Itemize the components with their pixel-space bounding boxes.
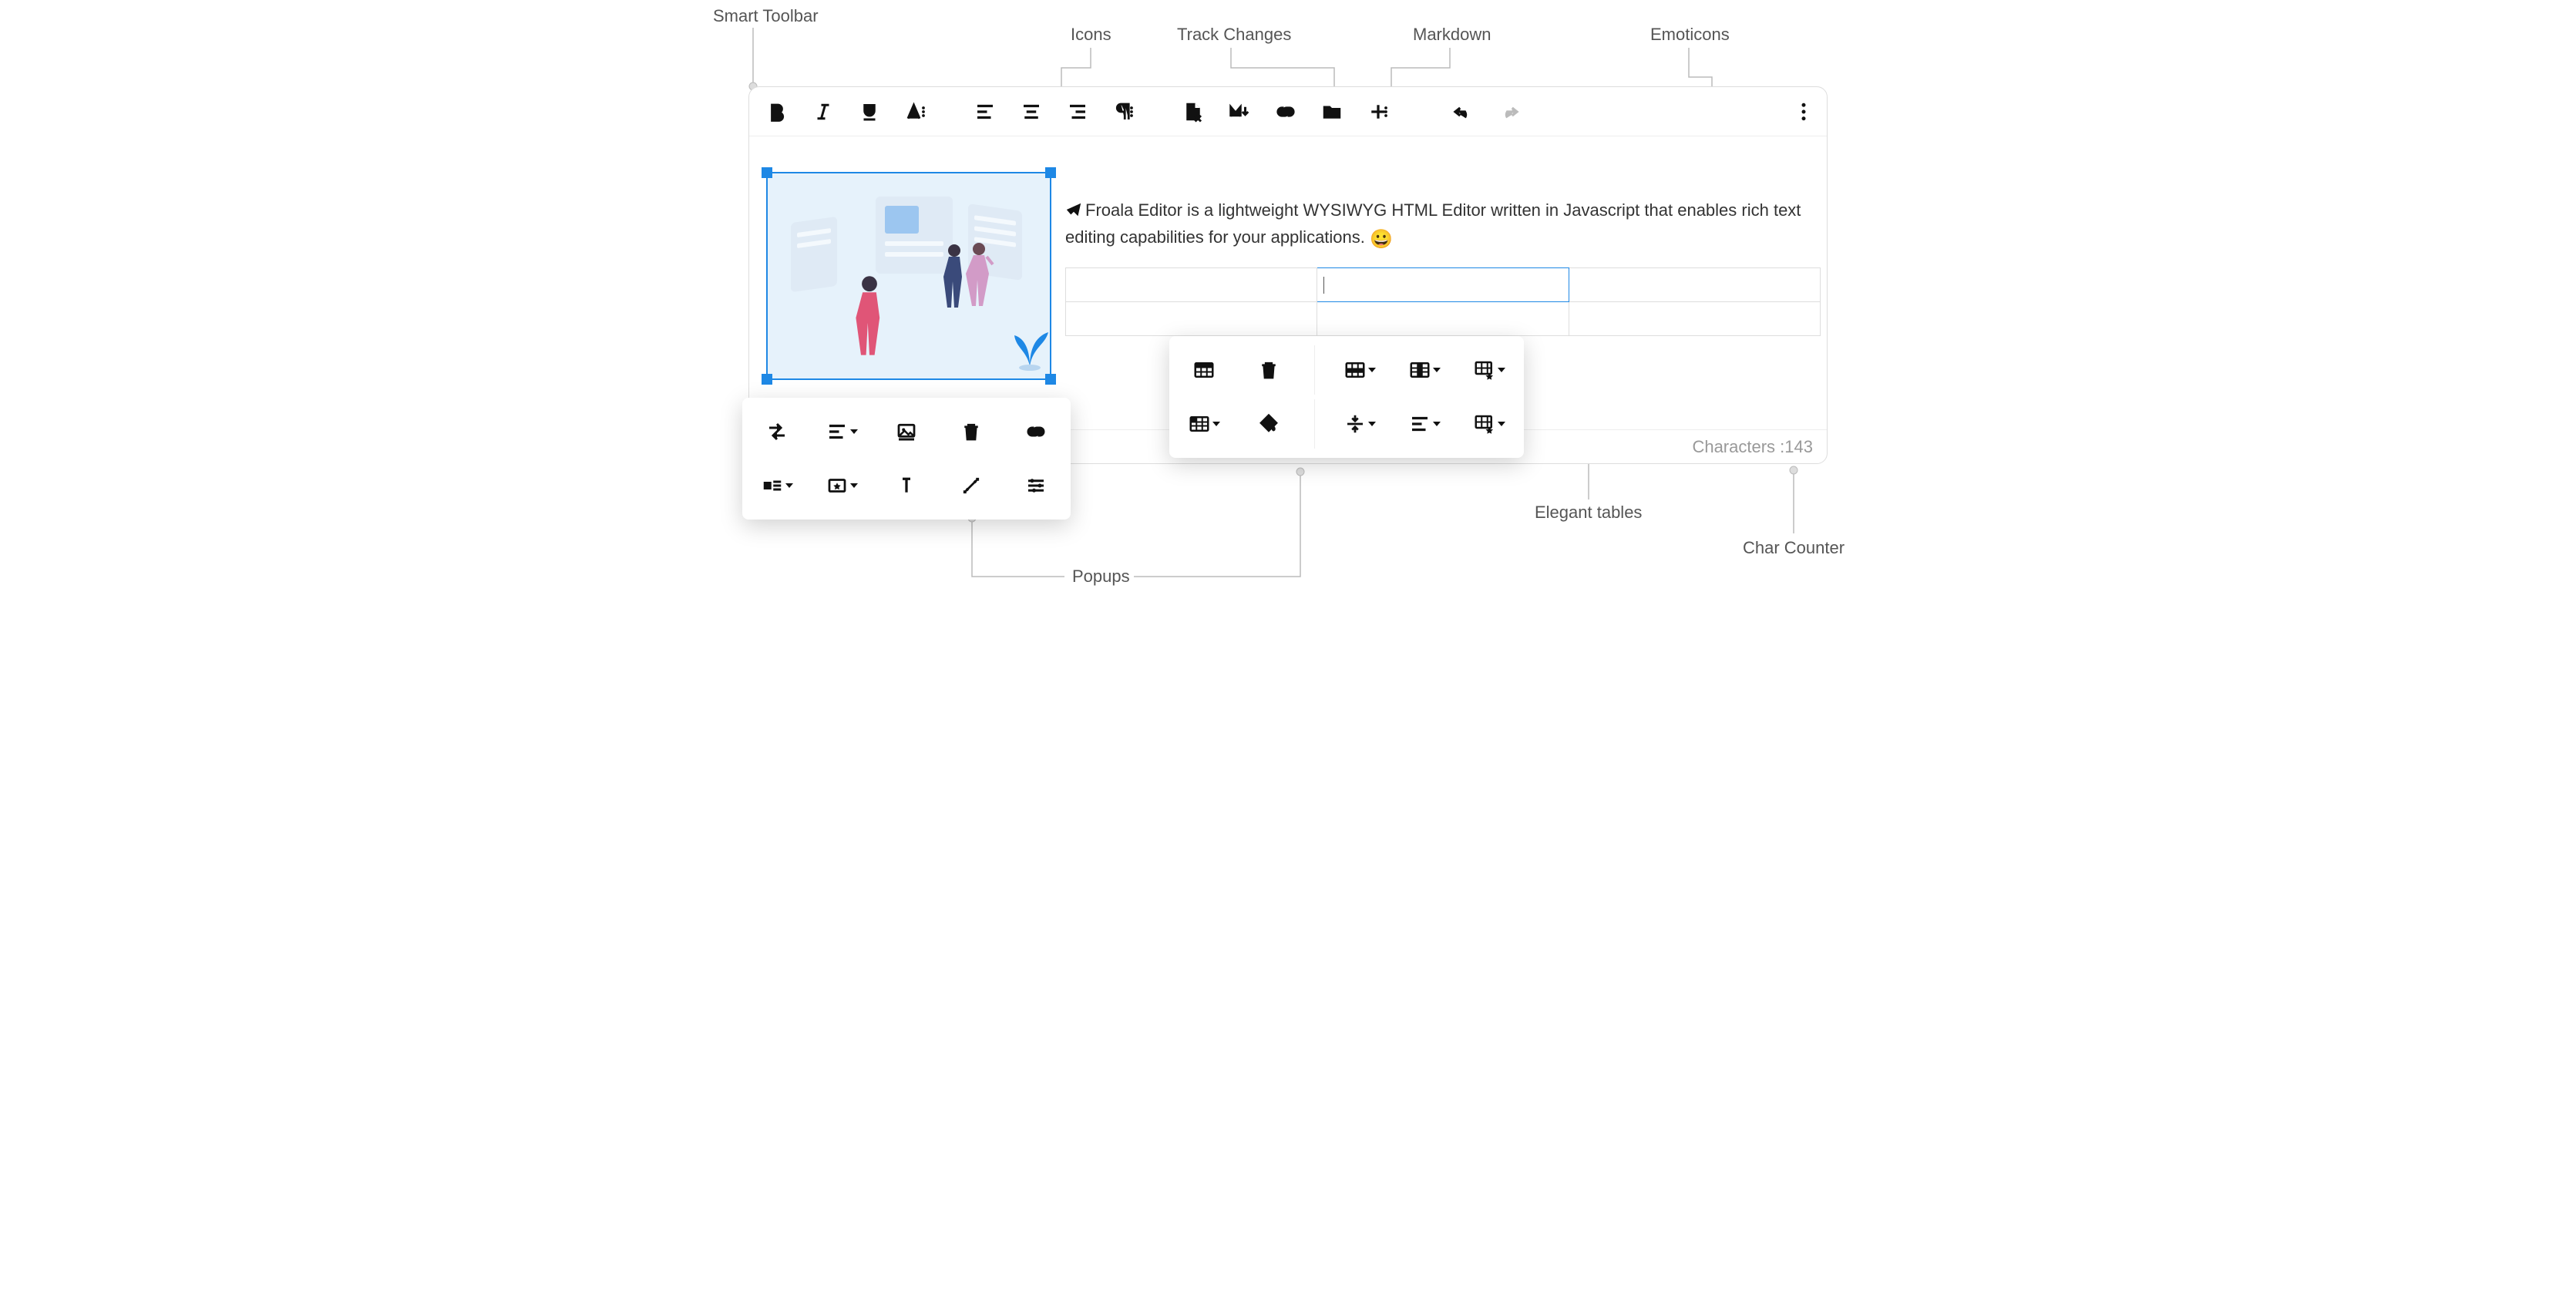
table-remove-button[interactable]	[1242, 345, 1296, 395]
table-cell[interactable]	[1569, 302, 1820, 336]
table-row[interactable]	[1066, 302, 1821, 336]
more-misc-button[interactable]	[1785, 93, 1822, 130]
underline-button[interactable]	[851, 93, 888, 130]
smiley-emoji-icon: 😀	[1370, 229, 1393, 250]
table-cell-style-button[interactable]	[1462, 399, 1516, 449]
table-cell[interactable]	[1066, 302, 1317, 336]
resize-handle-br[interactable]	[1045, 374, 1056, 385]
paper-plane-icon	[1065, 199, 1082, 216]
content-table[interactable]	[1065, 267, 1821, 336]
align-right-button[interactable]	[1059, 93, 1096, 130]
more-rich-button[interactable]	[1360, 93, 1397, 130]
italic-button[interactable]	[805, 93, 842, 130]
content-paragraph[interactable]: Froala Editor is a lightweight WYSIWYG H…	[1065, 197, 1805, 255]
table-cell-background-button[interactable]	[1242, 399, 1296, 449]
image-link-button[interactable]	[1009, 407, 1063, 456]
table-cell-valign-button[interactable]	[1333, 399, 1387, 449]
image-style-button[interactable]	[815, 461, 869, 510]
table-row-button[interactable]	[1333, 345, 1387, 395]
insert-files-button[interactable]	[1313, 93, 1350, 130]
image-align-button[interactable]	[815, 407, 869, 456]
markdown-button[interactable]	[1221, 93, 1258, 130]
undo-button[interactable]	[1444, 93, 1481, 130]
resize-handle-tl[interactable]	[762, 167, 772, 178]
image-remove-button[interactable]	[944, 407, 998, 456]
popup-separator	[1314, 399, 1315, 449]
placeholder-illustration	[768, 173, 1050, 378]
resize-handle-bl[interactable]	[762, 374, 772, 385]
more-paragraph-button[interactable]	[1105, 93, 1142, 130]
table-cell[interactable]	[1317, 302, 1569, 336]
char-counter-label: Characters :	[1692, 437, 1784, 457]
content-text: Froala Editor is a lightweight WYSIWYG H…	[1065, 200, 1801, 247]
selected-image[interactable]	[766, 172, 1051, 380]
table-cell-active[interactable]	[1317, 268, 1569, 302]
image-display-button[interactable]	[750, 461, 804, 510]
insert-link-button[interactable]	[1267, 93, 1304, 130]
popup-separator	[1314, 345, 1315, 395]
image-edit-popup	[742, 398, 1071, 520]
smart-toolbar	[749, 87, 1827, 136]
image-caption-button[interactable]	[879, 407, 933, 456]
resize-handle-tr[interactable]	[1045, 167, 1056, 178]
table-cell[interactable]	[1569, 268, 1820, 302]
align-center-button[interactable]	[1013, 93, 1050, 130]
table-row[interactable]	[1066, 268, 1821, 302]
image-size-button[interactable]	[944, 461, 998, 510]
track-changes-button[interactable]	[1175, 93, 1212, 130]
table-column-button[interactable]	[1397, 345, 1451, 395]
redo-button[interactable]	[1491, 93, 1528, 130]
table-cell-button[interactable]	[1177, 399, 1231, 449]
table-cell-halign-button[interactable]	[1397, 399, 1451, 449]
image-replace-button[interactable]	[750, 407, 804, 456]
table-header-button[interactable]	[1177, 345, 1231, 395]
bold-button[interactable]	[758, 93, 795, 130]
align-left-button[interactable]	[967, 93, 1004, 130]
char-counter-value: 143	[1784, 437, 1813, 457]
image-advanced-button[interactable]	[1009, 461, 1063, 510]
image-alt-button[interactable]	[879, 461, 933, 510]
table-style-button[interactable]	[1462, 345, 1516, 395]
more-text-button[interactable]	[897, 93, 934, 130]
table-cell[interactable]	[1066, 268, 1317, 302]
table-edit-popup	[1169, 336, 1524, 458]
